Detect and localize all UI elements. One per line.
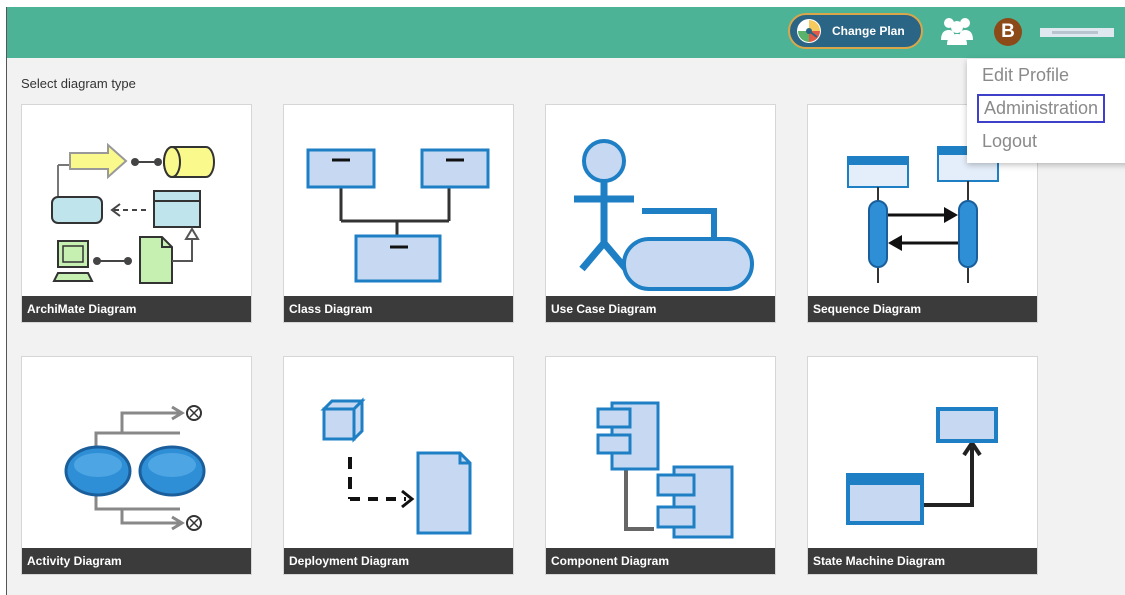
- app-frame: Change Plan B Select diagram type ArchiM…: [6, 7, 1125, 595]
- users-icon[interactable]: [940, 16, 974, 46]
- state-machine-diagram-icon: [846, 407, 998, 525]
- menu-item-edit-profile[interactable]: Edit Profile: [982, 65, 1069, 86]
- class-diagram-icon: [306, 148, 490, 283]
- diagram-card-activity[interactable]: Activity Diagram: [21, 356, 252, 575]
- diagram-card-archimate[interactable]: ArchiMate Diagram: [21, 104, 252, 323]
- username-blurred[interactable]: [1040, 28, 1114, 37]
- diagram-card-component[interactable]: Component Diagram: [545, 356, 776, 575]
- deployment-diagram-icon: [320, 397, 472, 535]
- card-caption: State Machine Diagram: [808, 548, 1037, 574]
- menu-item-administration[interactable]: Administration: [977, 94, 1106, 123]
- component-diagram-icon: [596, 401, 734, 539]
- change-plan-label: Change Plan: [832, 24, 905, 38]
- menu-item-logout[interactable]: Logout: [982, 131, 1037, 152]
- diagram-card-class[interactable]: Class Diagram: [283, 104, 514, 323]
- user-dropdown-menu: Edit Profile Administration Logout: [967, 59, 1125, 163]
- diagram-card-use-case[interactable]: Use Case Diagram: [545, 104, 776, 323]
- select-diagram-type-label: Select diagram type: [21, 76, 136, 91]
- change-plan-button[interactable]: Change Plan: [788, 13, 923, 49]
- diagram-card-state-machine[interactable]: State Machine Diagram: [807, 356, 1038, 575]
- card-caption: ArchiMate Diagram: [22, 296, 251, 322]
- card-caption: Deployment Diagram: [284, 548, 513, 574]
- gauge-icon: [797, 19, 821, 43]
- card-caption: Class Diagram: [284, 296, 513, 322]
- use-case-diagram-icon: [574, 139, 754, 291]
- activity-diagram-icon: [64, 405, 206, 531]
- card-caption: Activity Diagram: [22, 548, 251, 574]
- card-caption: Sequence Diagram: [808, 296, 1037, 322]
- diagram-card-deployment[interactable]: Deployment Diagram: [283, 356, 514, 575]
- archimate-diagram-icon: [51, 142, 215, 284]
- card-caption: Use Case Diagram: [546, 296, 775, 322]
- avatar[interactable]: B: [994, 18, 1022, 46]
- card-caption: Component Diagram: [546, 548, 775, 574]
- top-bar: Change Plan B: [7, 7, 1125, 58]
